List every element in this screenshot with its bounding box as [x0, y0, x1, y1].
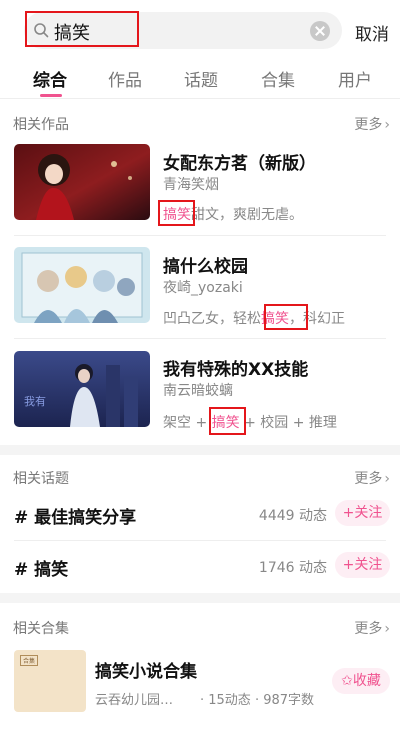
section-gap — [0, 445, 400, 455]
work-cover-image — [14, 247, 150, 323]
tag-highlight-box — [209, 407, 246, 435]
cover-illustration — [14, 144, 150, 220]
tab-users[interactable]: 用户 — [338, 66, 372, 91]
tab-collections[interactable]: 合集 — [261, 66, 295, 91]
works-more-link[interactable]: 更多 › — [354, 114, 390, 134]
collection-stats: · 15动态 · 987字数 — [200, 693, 315, 708]
tag-pre: 凹凸乙女，轻松 — [163, 311, 261, 327]
more-label: 更多 — [354, 471, 383, 487]
work-title: 我有特殊的XX技能 — [163, 360, 309, 380]
work-cover-image: 我有 — [14, 351, 150, 427]
divider — [14, 338, 386, 339]
collect-button[interactable]: ✩收藏 — [332, 668, 390, 694]
tab-works[interactable]: 作品 — [108, 66, 142, 91]
work-cover-image — [14, 144, 150, 220]
topics-more-link[interactable]: 更多 › — [354, 468, 390, 488]
cover-illustration: 我有 — [14, 351, 150, 427]
collections-section-title: 相关合集 — [13, 621, 69, 637]
topics-section-title: 相关话题 — [13, 471, 69, 487]
svg-text:我有: 我有 — [24, 394, 46, 408]
topic-name: # 最佳搞笑分享 — [14, 508, 137, 528]
work-tags: 凹凸乙女，轻松搞笑，科幻正 — [163, 308, 345, 328]
section-gap — [0, 593, 400, 603]
collection-cover-tag: 合集 — [20, 655, 39, 666]
cover-illustration — [14, 247, 150, 323]
tab-active-indicator — [40, 94, 62, 97]
tag-highlight-box — [264, 304, 308, 330]
work-item[interactable]: 搞什么校园 夜崎_yozaki 凹凸乙女，轻松搞笑，科幻正 — [0, 245, 400, 345]
search-highlight-box — [25, 11, 139, 47]
collections-more-link[interactable]: 更多 › — [354, 618, 390, 638]
tab-all[interactable]: 综合 — [33, 66, 67, 91]
work-item[interactable]: 我有 我有特殊的XX技能 南云暗蛟螭 架空 + 搞笑 + 校园 + 推理 — [0, 348, 400, 448]
work-author: 青海笑烟 — [163, 177, 219, 193]
tag-rest: 甜文，爽剧无虐。 — [191, 207, 303, 223]
work-author: 南云暗蛟螭 — [163, 383, 233, 399]
work-title: 女配东方茗（新版） — [163, 154, 316, 174]
cancel-button[interactable]: 取消 — [355, 20, 389, 45]
clear-icon[interactable] — [310, 21, 330, 41]
tab-bar: 综合 作品 话题 合集 用户 — [0, 58, 400, 98]
more-label: 更多 — [354, 621, 383, 637]
follow-button[interactable]: +关注 — [335, 552, 390, 578]
collection-title: 搞笑小说合集 — [95, 662, 197, 682]
collection-author: 云吞幼儿园… — [95, 693, 174, 708]
topic-count: 1746 动态 — [258, 560, 327, 576]
more-label: 更多 — [354, 117, 383, 133]
search-results-page: 搞笑 取消 综合 作品 话题 合集 用户 相关作品 更多 › 女配东方茗（新版）… — [0, 0, 400, 737]
work-title: 搞什么校园 — [163, 257, 248, 277]
topic-count: 4449 动态 — [258, 508, 327, 524]
work-item[interactable]: 女配东方茗（新版） 青海笑烟 搞笑甜文，爽剧无虐。 — [0, 142, 400, 242]
divider — [14, 540, 386, 541]
divider — [14, 235, 386, 236]
tab-topics[interactable]: 话题 — [184, 66, 218, 91]
chevron-right-icon: › — [384, 621, 390, 637]
collection-cover-image: 合集 — [14, 650, 86, 712]
follow-button[interactable]: +关注 — [335, 500, 390, 526]
work-tags: 架空 + 搞笑 + 校园 + 推理 — [163, 412, 337, 432]
work-author: 夜崎_yozaki — [163, 280, 243, 296]
tag-rest: + 校园 + 推理 — [239, 415, 337, 431]
topic-name: # 搞笑 — [14, 560, 69, 580]
chevron-right-icon: › — [384, 117, 390, 133]
tag-highlight-box — [158, 200, 195, 226]
divider — [0, 98, 400, 99]
chevron-right-icon: › — [384, 471, 390, 487]
works-section-title: 相关作品 — [13, 117, 69, 133]
tag-pre: 架空 + — [163, 415, 212, 431]
